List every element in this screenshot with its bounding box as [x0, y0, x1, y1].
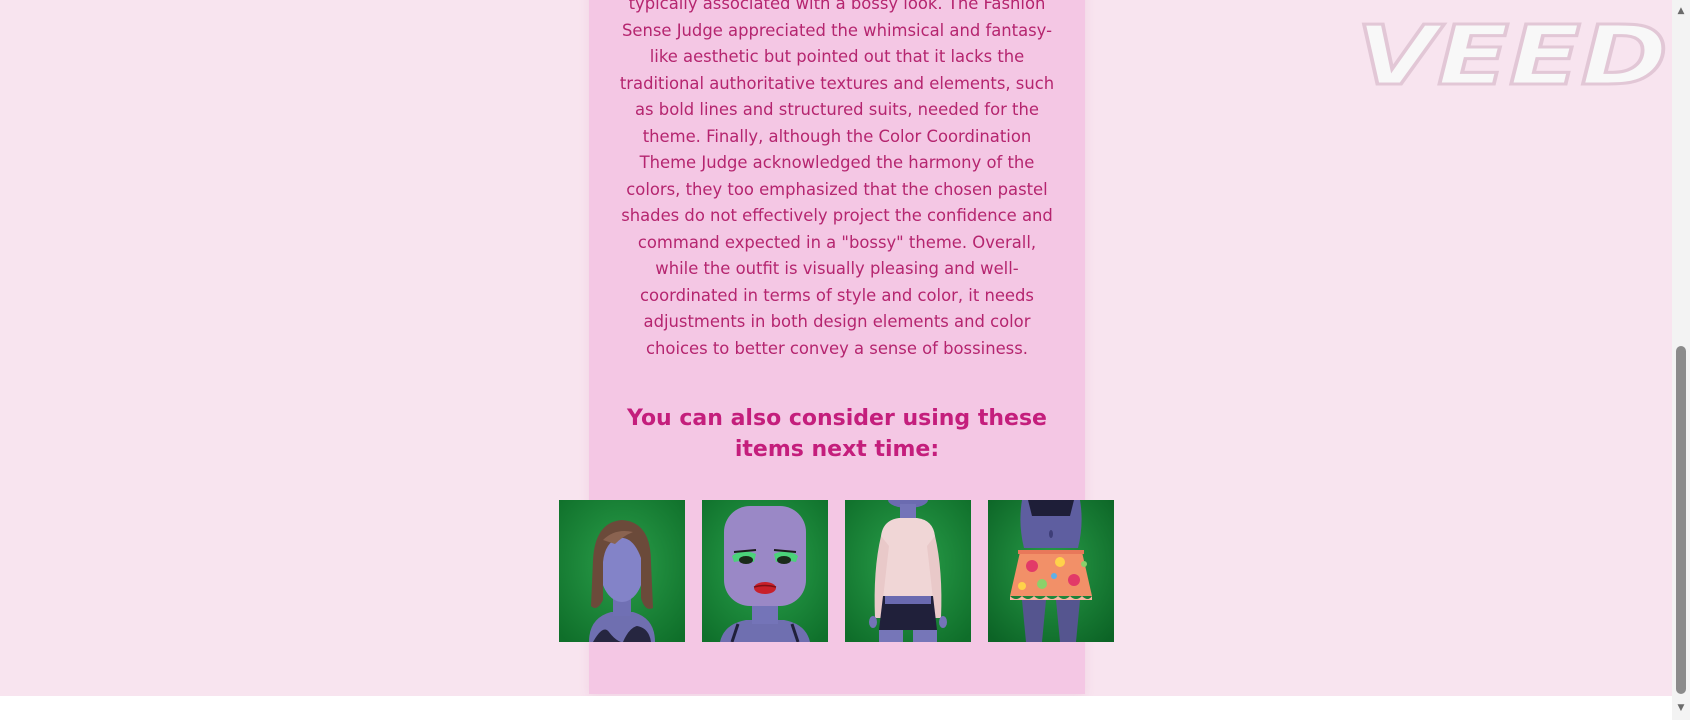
vertical-scrollbar[interactable]: ▲ ▼: [1672, 0, 1690, 720]
veed-watermark-logo: VEED: [1355, 8, 1670, 106]
svg-text:VEED: VEED: [1356, 14, 1668, 94]
suggested-item-makeup[interactable]: [702, 500, 828, 642]
suggested-item-skirt[interactable]: [988, 500, 1114, 642]
suggested-item-top[interactable]: [845, 500, 971, 642]
makeup-item-icon: [702, 500, 828, 642]
scrollbar-thumb[interactable]: [1676, 346, 1686, 694]
hair-item-icon: [559, 500, 685, 642]
bottom-bar: [0, 696, 1672, 720]
skirt-item-icon: [988, 500, 1114, 642]
scroll-up-arrow-icon[interactable]: ▲: [1672, 4, 1690, 18]
top-item-icon: [845, 500, 971, 642]
scroll-down-arrow-icon[interactable]: ▼: [1672, 701, 1690, 715]
judge-feedback-text: typically associated with a bossy look. …: [619, 0, 1055, 358]
suggested-item-hair[interactable]: [559, 500, 685, 642]
page-viewport: typically associated with a bossy look. …: [0, 0, 1672, 696]
suggestions-heading: You can also consider using these items …: [627, 406, 1047, 462]
suggested-items-row: [559, 500, 1114, 642]
veed-watermark: VEED: [1350, 8, 1672, 106]
